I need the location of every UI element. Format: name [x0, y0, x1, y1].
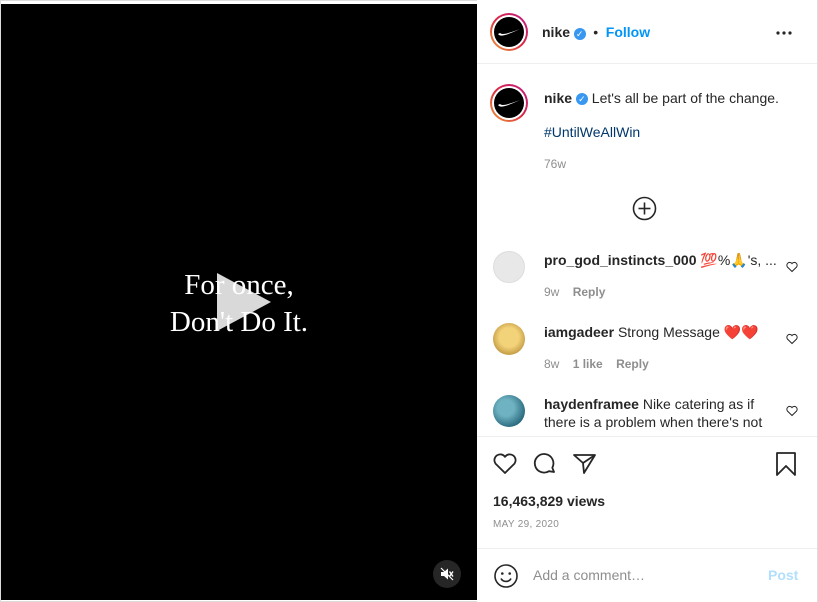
caption-text: Let's all be part of the change. [591, 90, 779, 106]
comment-composer: Post [477, 548, 817, 602]
comment-item: pro_god_instincts_000 💯%🙏's, ... 9w Repl… [493, 251, 803, 307]
comment-username[interactable]: haydenframee [544, 396, 639, 412]
reply-button[interactable]: Reply [573, 285, 606, 299]
post-header: nike ✓ • Follow [477, 0, 817, 64]
caption: nike ✓ Let's all be part of the change. [544, 89, 804, 107]
post-button[interactable]: Post [768, 567, 798, 583]
heart-icon[interactable] [786, 405, 798, 417]
reply-button[interactable]: Reply [616, 357, 649, 371]
play-icon[interactable] [209, 269, 275, 335]
view-count[interactable]: 16,463,829 views [493, 493, 605, 509]
post-date: MAY 29, 2020 [493, 519, 560, 530]
caption-username[interactable]: nike [544, 90, 572, 106]
follow-button[interactable]: Follow [606, 24, 650, 40]
heart-icon[interactable] [786, 261, 798, 273]
comment-item: haydenframee Nike catering as if there i… [493, 395, 803, 436]
verified-badge-icon: ✓ [573, 27, 586, 40]
plus-circle-icon[interactable] [632, 196, 657, 221]
emoji-icon[interactable] [493, 563, 519, 589]
comment-input[interactable] [533, 563, 753, 587]
heart-icon[interactable] [492, 451, 518, 477]
swoosh-logo [498, 29, 520, 36]
verified-badge-icon: ✓ [575, 93, 588, 106]
caption-age: 76w [544, 157, 567, 171]
comment-body: pro_god_instincts_000 💯%🙏's, ... [544, 251, 780, 269]
comment-meta: 8w 1 like Reply [544, 357, 659, 371]
heart-icon[interactable] [786, 333, 798, 345]
avatar[interactable] [493, 395, 525, 427]
post-sidebar: nike ✓ • Follow nike ✓ Let's all be part… [477, 0, 817, 602]
more-icon[interactable] [775, 24, 793, 42]
author-username[interactable]: nike [542, 24, 570, 40]
comment-username[interactable]: pro_god_instincts_000 [544, 252, 697, 268]
caption-hashtag[interactable]: #UntilWeAllWin [544, 124, 640, 140]
comment-list[interactable]: pro_god_instincts_000 💯%🙏's, ... 9w Repl… [477, 240, 817, 436]
comment-item: iamgadeer Strong Message ❤️❤️ 8w 1 like … [493, 323, 803, 379]
avatar[interactable] [493, 323, 525, 355]
comment-likes[interactable]: 1 like [573, 357, 603, 371]
author-avatar[interactable] [490, 13, 528, 51]
comment-age: 9w [544, 285, 560, 299]
mute-icon [440, 567, 454, 581]
separator: • [593, 24, 599, 40]
comment-body: haydenframee Nike catering as if there i… [544, 395, 780, 431]
comment-text: 💯%🙏's, ... [700, 252, 777, 268]
comment-age: 8w [544, 357, 560, 371]
caption-avatar[interactable] [490, 84, 528, 122]
share-icon[interactable] [572, 451, 598, 477]
comment-icon[interactable] [532, 451, 558, 477]
swoosh-logo [498, 100, 520, 107]
comment-text: Strong Message ❤️❤️ [617, 324, 759, 340]
bookmark-icon[interactable] [773, 451, 799, 477]
video-player[interactable]: For once, Don't Do It. [1, 4, 477, 600]
avatar[interactable] [493, 251, 525, 283]
action-bar: 16,463,829 views MAY 29, 2020 [477, 436, 817, 548]
comment-username[interactable]: iamgadeer [544, 324, 614, 340]
comment-body: iamgadeer Strong Message ❤️❤️ [544, 323, 780, 341]
comment-meta: 9w Reply [544, 285, 615, 299]
mute-button[interactable] [433, 560, 461, 588]
